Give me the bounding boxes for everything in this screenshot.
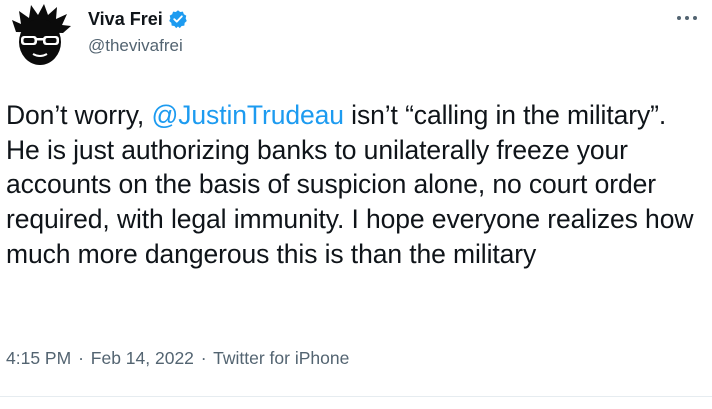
avatar[interactable] bbox=[6, 2, 74, 70]
verified-badge-icon bbox=[168, 9, 188, 29]
user-handle[interactable]: @thevivafrei bbox=[88, 36, 188, 56]
author-block: Viva Frei @thevivafrei bbox=[88, 6, 188, 56]
name-row: Viva Frei bbox=[88, 6, 188, 32]
display-name[interactable]: Viva Frei bbox=[88, 9, 163, 30]
tweet-source[interactable]: Twitter for iPhone bbox=[213, 348, 349, 368]
tweet-time[interactable]: 4:15 PM bbox=[6, 348, 71, 368]
tweet-date[interactable]: Feb 14, 2022 bbox=[91, 348, 194, 368]
divider bbox=[0, 396, 712, 397]
tweet-text-before: Don’t worry, bbox=[6, 100, 152, 130]
cartoon-head-with-sunglasses-icon bbox=[12, 4, 71, 65]
mention-link[interactable]: @JustinTrudeau bbox=[151, 100, 344, 130]
tweet-text: Don’t worry, @JustinTrudeau isn’t “calli… bbox=[6, 98, 696, 272]
tweet-metadata: 4:15 PM · Feb 14, 2022 · Twitter for iPh… bbox=[6, 348, 349, 369]
meta-separator: · bbox=[200, 348, 207, 368]
tweet-card: Viva Frei @thevivafrei Don’t worry, @Jus… bbox=[0, 0, 712, 409]
more-options-icon[interactable] bbox=[674, 8, 700, 28]
meta-separator: · bbox=[78, 348, 84, 368]
